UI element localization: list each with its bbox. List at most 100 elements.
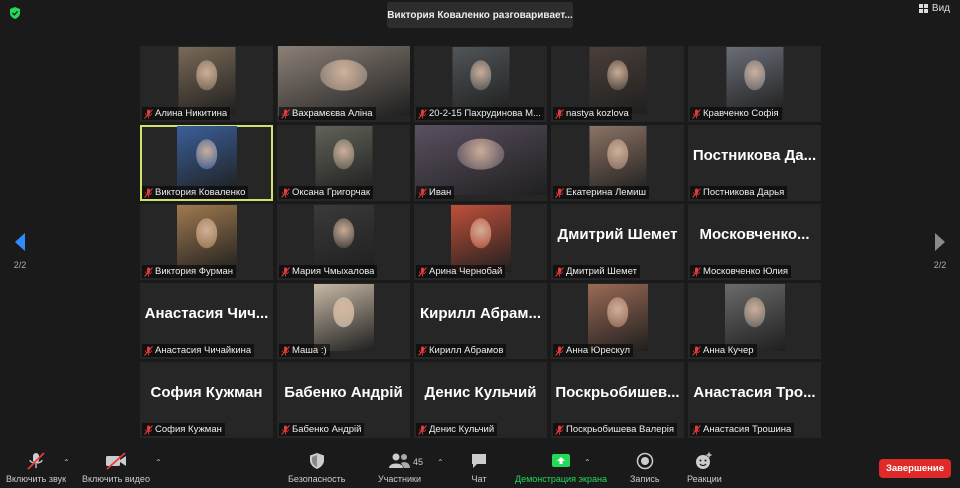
participant-nameplate: Маша :) [279, 344, 330, 357]
participant-name: София Кужман [155, 424, 222, 435]
participant-name: Московченко Юлия [703, 266, 789, 277]
participant-nameplate: Виктория Коваленко [142, 186, 249, 199]
share-options-chevron-up-icon[interactable]: ⌃ [584, 458, 591, 467]
participant-tile[interactable]: Денис Кульчий Денис Кульчий [414, 362, 547, 438]
participant-tile[interactable]: Анна Кучер [688, 283, 821, 359]
record-icon [636, 452, 654, 470]
security-label: Безопасность [288, 474, 346, 484]
microphone-muted-icon [144, 187, 153, 198]
security-button[interactable]: Безопасность [288, 452, 345, 484]
participant-name: Арина Чернобай [429, 266, 503, 277]
participant-name: Бабенко Андрій [292, 424, 362, 435]
microphone-muted-icon [555, 345, 564, 356]
audio-options-chevron-up-icon[interactable]: ⌃ [63, 458, 70, 467]
share-screen-button[interactable]: Демонстрация экрана [515, 452, 607, 484]
participant-tile[interactable]: Анна Юрескул [551, 283, 684, 359]
participant-tile[interactable]: Московченко... Московченко Юлия [688, 204, 821, 280]
participant-video [313, 205, 374, 272]
start-video-button[interactable]: Включить видео [82, 452, 150, 484]
participant-video [450, 205, 511, 272]
grid-view-icon [918, 4, 928, 13]
microphone-muted-icon [281, 266, 290, 277]
participant-video [589, 126, 646, 193]
view-button[interactable]: Вид [918, 3, 950, 14]
next-page-button[interactable]: 2/2 [926, 232, 954, 270]
participant-nameplate: Денис Кульчий [416, 423, 498, 436]
meeting-toolbar: Включить звук ⌃ Включить видео ⌃ Безопас… [0, 448, 960, 488]
participant-video [726, 47, 783, 114]
participant-video [176, 205, 237, 272]
participant-display-name: Анастасия Чич... [144, 305, 269, 322]
participants-options-chevron-up-icon[interactable]: ⌃ [437, 458, 444, 467]
end-meeting-button[interactable]: Завершение [879, 459, 951, 478]
participant-nameplate: Алина Никитина [142, 107, 231, 120]
microphone-muted-icon [555, 187, 564, 198]
participant-tile[interactable]: Вахрамєєва Аліна [277, 46, 410, 122]
participant-tile[interactable]: nastya kozlova [551, 46, 684, 122]
participant-tile[interactable]: Маша :) [277, 283, 410, 359]
participant-tile[interactable]: Анастасия Чич... Анастасия Чичайкина [140, 283, 273, 359]
record-button[interactable]: Запись [630, 452, 660, 484]
participant-video [724, 284, 785, 351]
participant-face [456, 138, 505, 170]
participant-name: Анна Кучер [703, 345, 754, 356]
microphone-muted-icon [281, 345, 290, 356]
participant-video [589, 47, 646, 114]
participant-display-name: Московченко... [699, 226, 810, 243]
participant-nameplate: Арина Чернобай [416, 265, 506, 278]
unmute-label: Включить звук [6, 474, 67, 484]
microphone-muted-icon [692, 424, 701, 435]
participant-nameplate: Московченко Юлия [690, 265, 792, 278]
participant-tile[interactable]: Дмитрий Шемет Дмитрий Шемет [551, 204, 684, 280]
participant-display-name: Дмитрий Шемет [557, 226, 678, 243]
top-bar: Виктория Коваленко разговаривает... Вид [0, 0, 960, 30]
participant-face [332, 297, 355, 327]
participant-name: Иван [429, 187, 452, 198]
participant-nameplate: Мария Чмыхалова [279, 265, 378, 278]
chat-button[interactable]: Чат [470, 452, 488, 484]
participant-tile[interactable]: Екатерина Лемиш [551, 125, 684, 201]
participant-tile[interactable]: Иван [414, 125, 547, 201]
participant-tile[interactable]: Анастасия Тро... Анастасия Трошина [688, 362, 821, 438]
microphone-muted-icon [555, 424, 564, 435]
participant-name: Поскрьобишева Валерія [566, 424, 675, 435]
participant-nameplate: София Кужман [142, 423, 225, 436]
participant-face [319, 59, 368, 91]
start-video-label: Включить видео [82, 474, 150, 484]
unmute-button[interactable]: Включить звук [6, 452, 66, 484]
previous-page-button[interactable]: 2/2 [6, 232, 34, 270]
participant-nameplate: Анна Юрескул [553, 344, 634, 357]
participant-tile[interactable]: Виктория Фурман [140, 204, 273, 280]
participant-name: Денис Кульчий [429, 424, 495, 435]
participant-tile[interactable]: Виктория Коваленко [140, 125, 273, 201]
participant-tile[interactable]: Оксана Григорчак [277, 125, 410, 201]
participant-tile[interactable]: Арина Чернобай [414, 204, 547, 280]
microphone-muted-icon [281, 108, 290, 119]
participant-tile[interactable]: 20-2-15 Пахрудинова М... [414, 46, 547, 122]
participant-tile[interactable]: Мария Чмыхалова [277, 204, 410, 280]
microphone-muted-icon [418, 187, 427, 198]
participant-video [414, 125, 547, 195]
participant-tile[interactable]: Постникова Да... Постникова Дарья [688, 125, 821, 201]
participant-name: Кирилл Абрамов [429, 345, 504, 356]
view-label: Вид [931, 3, 950, 14]
reactions-button[interactable]: Реакции [687, 452, 722, 484]
participant-tile[interactable]: Бабенко Андрій Бабенко Андрій [277, 362, 410, 438]
participant-display-name: Постникова Да... [692, 147, 817, 164]
participant-video [587, 284, 648, 351]
share-screen-icon [551, 454, 570, 467]
participant-nameplate: 20-2-15 Пахрудинова М... [416, 107, 544, 120]
encryption-shield-icon[interactable] [8, 6, 22, 20]
participant-tile[interactable]: Поскрьобишев... Поскрьобишева Валерія [551, 362, 684, 438]
microphone-muted-icon [418, 424, 427, 435]
chat-label: Чат [471, 474, 487, 484]
gallery-grid: Алина Никитина Вахрамєєва Аліна 20-2-15 Па… [140, 46, 821, 438]
participant-tile[interactable]: Кравченко Софія [688, 46, 821, 122]
participant-display-name: Анастасия Тро... [693, 384, 816, 401]
participant-nameplate: Кравченко Софія [690, 107, 782, 120]
video-options-chevron-up-icon[interactable]: ⌃ [155, 458, 162, 467]
participant-name: Дмитрий Шемет [566, 266, 637, 277]
participant-tile[interactable]: София Кужман София Кужман [140, 362, 273, 438]
participant-tile[interactable]: Кирилл Абрам... Кирилл Абрамов [414, 283, 547, 359]
participant-tile[interactable]: Алина Никитина [140, 46, 273, 122]
